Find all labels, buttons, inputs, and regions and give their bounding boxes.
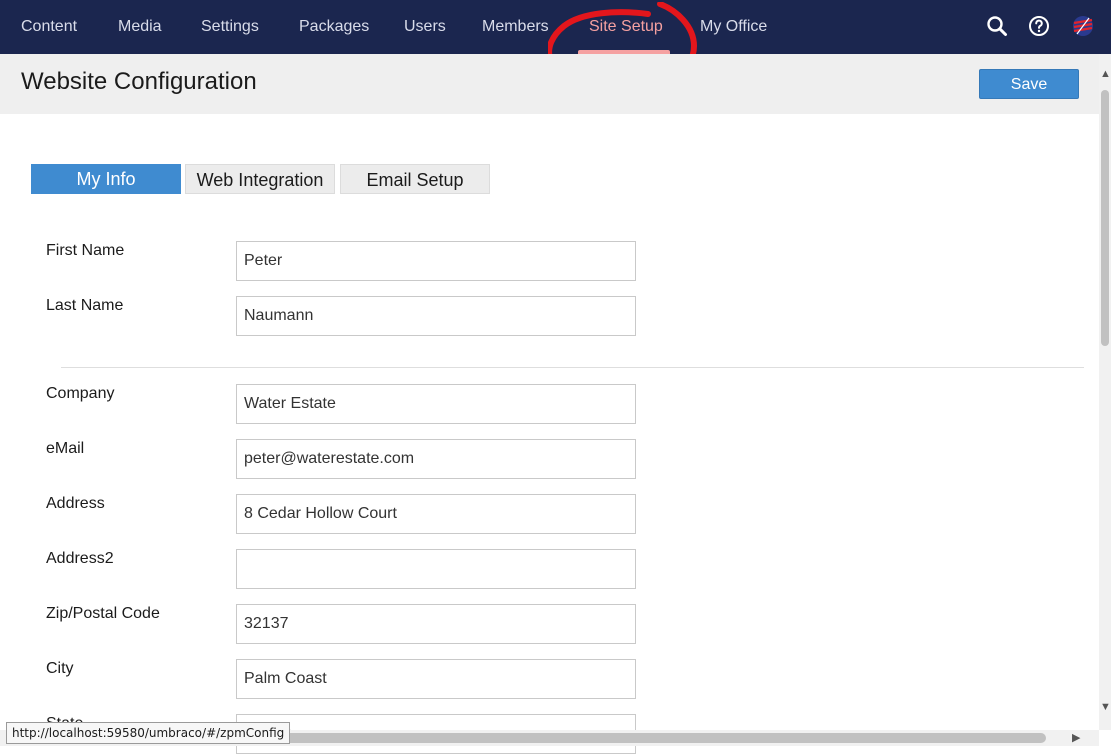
nav-item-media[interactable]: Media [118,0,162,54]
nav-item-settings[interactable]: Settings [201,0,259,54]
address2-field[interactable] [236,549,636,589]
company-field[interactable] [236,384,636,424]
scroll-down-arrow-icon[interactable]: ▼ [1100,701,1111,713]
nav-item-content[interactable]: Content [21,0,77,54]
first-name-field[interactable] [236,241,636,281]
nav-item-users[interactable]: Users [404,0,446,54]
city-field[interactable] [236,659,636,699]
company-label: Company [46,385,115,402]
tab-my-info[interactable]: My Info [31,164,181,194]
status-bar-url: http://localhost:59580/umbraco/#/zpmConf… [6,722,291,744]
help-icon[interactable] [1027,14,1051,38]
page-title: Website Configuration [21,68,257,95]
address-label: Address [46,495,105,512]
scroll-up-arrow-icon[interactable]: ▲ [1100,68,1111,80]
scroll-right-arrow-icon[interactable]: ▶ [1072,732,1080,744]
zip-label: Zip/Postal Code [46,605,160,622]
vertical-scrollbar-thumb[interactable] [1101,90,1109,346]
city-label: City [46,660,74,677]
email-field[interactable] [236,439,636,479]
nav-item-members[interactable]: Members [482,0,549,54]
tab-email-setup[interactable]: Email Setup [340,164,490,194]
section-divider [61,367,1084,368]
page-header: Website Configuration Save [0,54,1099,114]
email-label: eMail [46,440,85,457]
zip-field[interactable] [236,604,636,644]
search-icon[interactable] [985,14,1009,38]
top-navigation-bar: Content Media Settings Packages Users Me… [0,0,1111,54]
last-name-field[interactable] [236,296,636,336]
save-button[interactable]: Save [979,69,1079,99]
user-avatar-icon[interactable] [1071,14,1095,38]
address2-label: Address2 [46,550,114,567]
last-name-label: Last Name [46,297,124,314]
nav-item-my-office[interactable]: My Office [700,0,767,54]
nav-item-packages[interactable]: Packages [299,0,369,54]
tab-web-integration[interactable]: Web Integration [185,164,335,194]
address-field[interactable] [236,494,636,534]
first-name-label: First Name [46,242,125,259]
nav-item-site-setup[interactable]: Site Setup [589,0,663,54]
